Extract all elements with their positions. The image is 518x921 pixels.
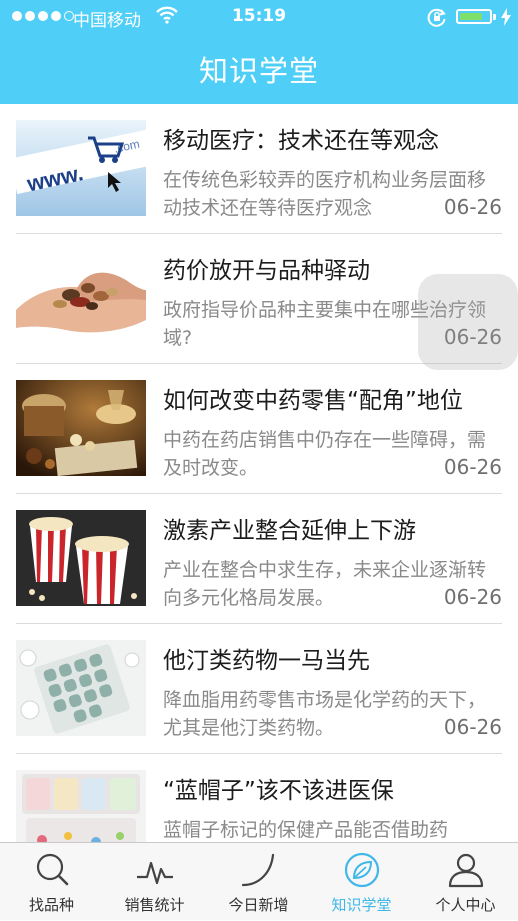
tab-sales-statistics[interactable]: 销售统计 [103,843,206,921]
article-thumbnail-pill-organizer [16,770,146,842]
pulse-chart-icon [137,861,173,885]
tab-label: 今日新增 [228,896,289,914]
tab-personal-center[interactable]: 个人中心 [414,843,517,921]
search-icon [36,853,69,886]
battery-icon [456,9,492,24]
user-icon [448,853,484,888]
article-date: 06-26 [439,195,502,219]
tab-label: 找品种 [28,896,74,914]
battery-cap [493,14,496,20]
tab-label: 销售统计 [124,896,185,914]
rotation-lock-icon [427,8,446,27]
charging-bolt-icon [501,8,511,26]
article-item[interactable]: “蓝帽子”该不该进医保 蓝帽子标记的保健产品能否借助药 [0,754,518,842]
article-title[interactable]: 如何改变中药零售“配角”地位 [163,381,508,415]
navigation-header: 中国移动 15:19 知识学堂 [0,0,518,104]
new-arc-icon [241,853,275,887]
article-title[interactable]: 移动医疗：技术还在等观念 [163,121,508,155]
article-thumbnail-chinese-medicine-still-life [16,380,146,476]
article-thumbnail-web-browser-cart: www. .com [16,120,146,216]
page-title: 知识学堂 [198,54,319,88]
article-thumbnail-pill-blister-pack [16,640,146,736]
assistive-touch-button[interactable] [418,274,518,370]
article-list[interactable]: www. .com 移动医疗：技术还在等观念 在传统色彩较弄的医疗机构业务层面移… [0,104,518,842]
article-date: 06-26 [439,585,502,609]
tab-label: 个人中心 [435,896,496,914]
article-date: 06-26 [439,715,502,739]
article-title[interactable]: 激素产业整合延伸上下游 [163,511,508,545]
status-bar: 中国移动 15:19 [0,0,518,34]
article-thumbnail-hand-holding-herbs [16,250,146,346]
article-title[interactable]: “蓝帽子”该不该进医保 [163,771,508,805]
article-summary: 蓝帽子标记的保健产品能否借助药 [163,819,449,841]
tab-bar: 找品种 销售统计 今日新增 知识学堂 个人中心 [0,842,518,920]
article-item[interactable]: www. .com 移动医疗：技术还在等观念 在传统色彩较弄的医疗机构业务层面移… [0,104,518,234]
article-item[interactable]: 如何改变中药零售“配角”地位 中药在药店销售中仍存在一些障碍，需及时改变。 06… [0,364,518,494]
tab-find-variety[interactable]: 找品种 [0,843,103,921]
article-item[interactable]: 激素产业整合延伸上下游 产业在整合中求生存，未来企业逐渐转向多元化格局发展。 0… [0,494,518,624]
tab-today-new[interactable]: 今日新增 [207,843,310,921]
leaf-icon [344,852,380,888]
tab-label: 知识学堂 [331,896,392,914]
article-date: 06-26 [439,455,502,479]
battery-level [460,13,482,20]
tab-knowledge-school[interactable]: 知识学堂 [310,843,413,921]
article-title[interactable]: 他汀类药物一马当先 [163,641,508,675]
article-thumbnail-popcorn-boxes [16,510,146,606]
article-item[interactable]: 他汀类药物一马当先 降血脂用药零售市场是化学药的天下，尤其是他汀类药物。 06-… [0,624,518,754]
